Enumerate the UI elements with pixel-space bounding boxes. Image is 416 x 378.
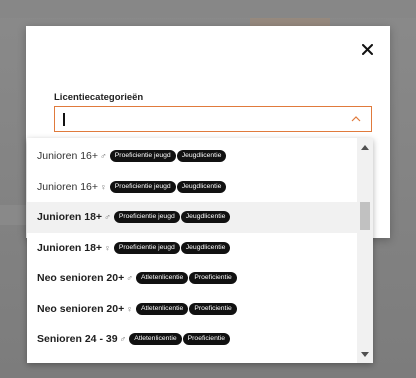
option-name: Junioren 16+	[37, 150, 99, 163]
text-caret	[63, 113, 65, 126]
category-dropdown: Junioren 16+ ♂ Proeficientie jeugd Jeugdlic…	[27, 138, 373, 363]
field-label: Licentiecategorieën	[54, 92, 144, 103]
license-badge: Jeugdlicentie	[176, 150, 227, 163]
close-icon	[361, 43, 373, 55]
scroll-up-button[interactable]	[357, 140, 373, 154]
close-button[interactable]	[356, 38, 378, 60]
male-icon: ♂	[104, 212, 111, 223]
license-badge: Proeficientie jeugd	[109, 150, 176, 163]
dropdown-option[interactable]: Junioren 18+ ♂ Proeficientie jeugd Jeugdlic…	[27, 202, 357, 233]
license-badge: Proeficientie jeugd	[109, 180, 176, 193]
license-badge: Proeficientie	[189, 302, 237, 315]
dropdown-option[interactable]: Junioren 18+ ♀ Proeficientie jeugd Jeugdlic…	[27, 233, 357, 264]
license-badge: Proeficientie jeugd	[113, 211, 180, 224]
license-badge: Atletenlicentie	[129, 333, 182, 346]
license-badge: Proeficientie jeugd	[113, 241, 180, 254]
dropdown-option[interactable]: Neo senioren 20+ ♂ Atletenlicentie Proefici…	[27, 263, 357, 294]
male-icon: ♂	[119, 334, 127, 345]
license-category-input[interactable]	[54, 106, 372, 132]
option-name: Junioren 18+	[37, 241, 103, 254]
female-icon: ♀	[126, 303, 133, 314]
male-icon: ♂	[126, 273, 133, 284]
option-name: Neo senioren 20+	[37, 302, 125, 315]
background-header	[0, 0, 416, 18]
dropdown-option[interactable]: Neo senioren 20+ ♀ Atletenlicentie Proefici…	[27, 294, 357, 325]
dropdown-option[interactable]: Junioren 16+ ♂ Proeficientie jeugd Jeugdlic…	[27, 141, 357, 172]
scrollbar-thumb[interactable]	[360, 202, 370, 230]
option-name: Junioren 18+	[37, 211, 103, 224]
license-badge: Proeficientie	[182, 333, 231, 346]
license-badge: Atletenlicentie	[136, 272, 189, 285]
scroll-down-button[interactable]	[357, 347, 373, 361]
option-name: Senioren 24 - 39	[37, 333, 118, 346]
option-name: Junioren 16+	[37, 180, 99, 193]
option-name: Neo senioren 20+	[37, 272, 125, 285]
dropdown-option[interactable]: Junioren 16+ ♀ Proeficientie jeugd Jeugdlic…	[27, 172, 357, 203]
scrollbar[interactable]	[357, 138, 373, 363]
chevron-up-icon[interactable]	[351, 115, 361, 122]
license-badge: Jeugdlicentie	[180, 211, 231, 224]
license-badge: Proeficientie	[189, 272, 237, 285]
license-badge: Jeugdlicentie	[176, 180, 227, 193]
triangle-down-icon	[361, 351, 369, 357]
dropdown-option[interactable]: Senioren 24 - 39 ♂ Atletenlicentie Proefici…	[27, 324, 357, 355]
license-badge: Jeugdlicentie	[180, 241, 231, 254]
male-icon: ♂	[100, 151, 107, 162]
female-icon: ♀	[100, 181, 107, 192]
female-icon: ♀	[104, 242, 111, 253]
triangle-up-icon	[361, 144, 369, 150]
license-badge: Atletenlicentie	[136, 302, 189, 315]
option-list: Junioren 16+ ♂ Proeficientie jeugd Jeugdlic…	[27, 141, 357, 355]
